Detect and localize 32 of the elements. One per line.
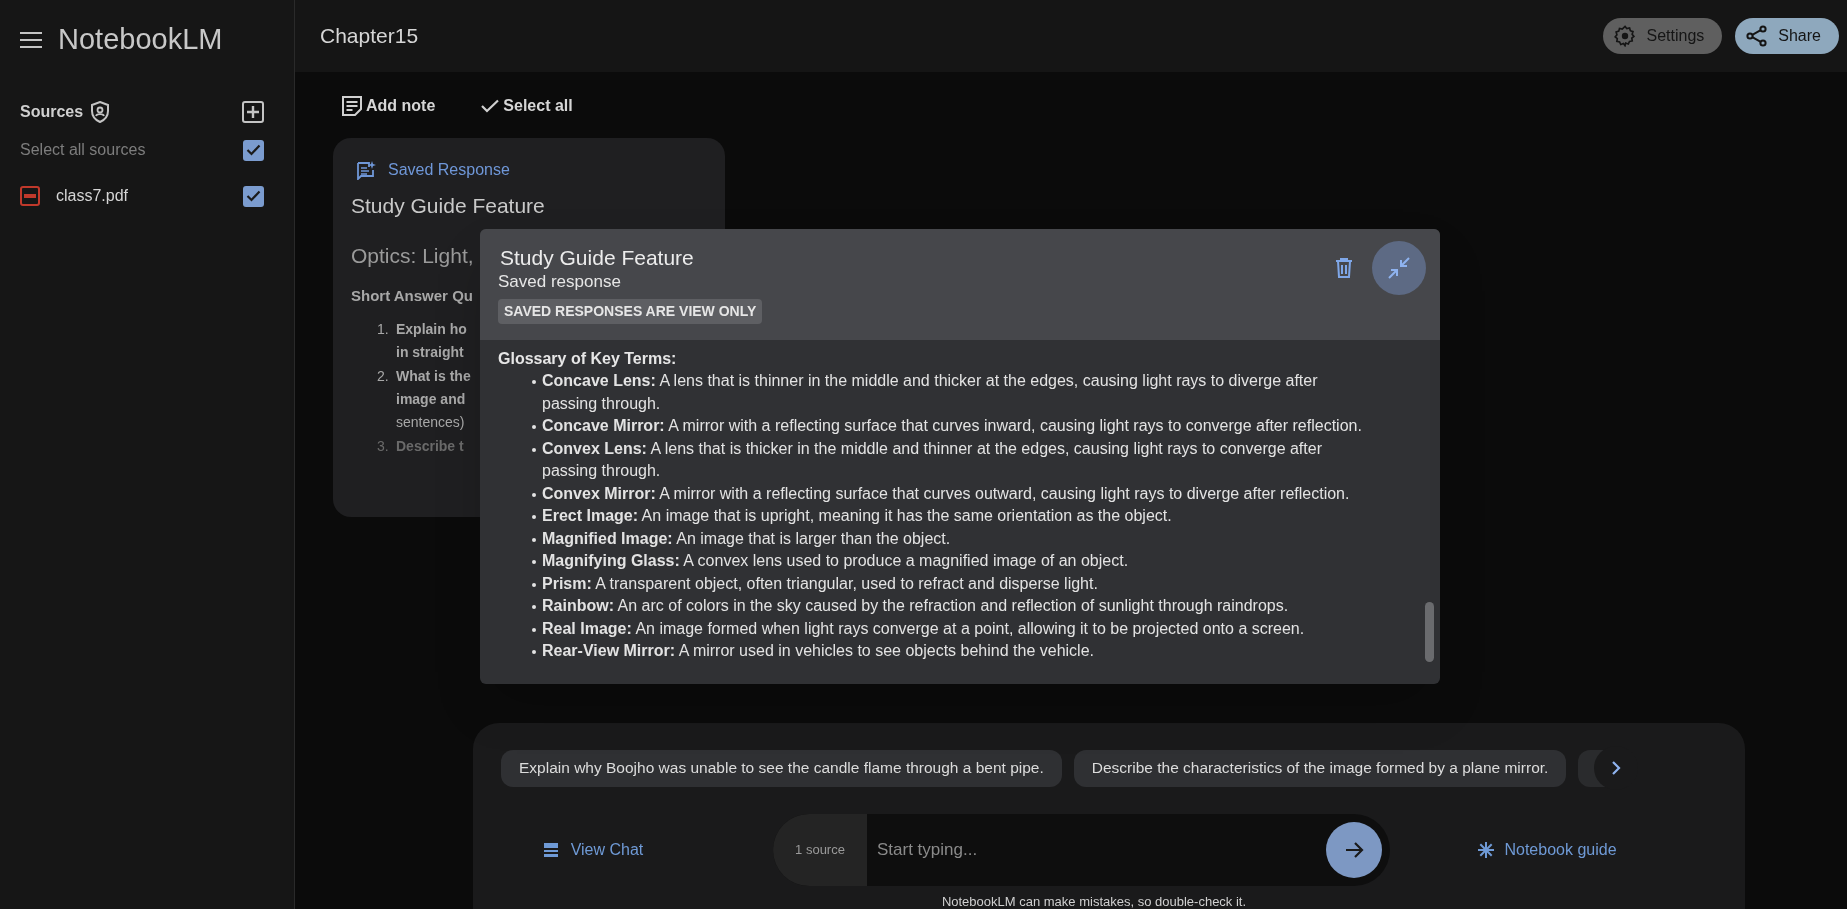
glossary-entry: Convex Mirror: A mirror with a reflecting surface that curves outward, causing light rays to diverge after reflection.	[542, 483, 1350, 504]
note-title: Study Guide Feature	[351, 193, 546, 219]
glossary-entry: Real Image: An image formed when light rays converge at a point, allowing it to be projected onto a screen.	[542, 618, 1305, 639]
note-text-line: image and	[396, 389, 467, 409]
note-text-line: sentences)	[396, 412, 466, 432]
glossary-entry: Magnified Image: An image that is larger than the object.	[542, 528, 951, 549]
dialog-title: Study Guide Feature	[499, 245, 694, 271]
note-section-heading: Short Answer Qu	[351, 286, 473, 306]
glossary-entry: Rear-View Mirror: A mirror used in vehicles to see objects behind the vehicle.	[542, 641, 1094, 661]
app-title: NotebookLM	[58, 22, 223, 58]
list-number: 3.	[377, 436, 390, 456]
glossary-entry: Concave Lens: A lens that is thinner in the middle and thicker at the edges, causing light rays to diverge after passing through.	[542, 371, 1319, 414]
list-number: 1.	[377, 319, 390, 339]
note-text-line: What is the	[396, 366, 471, 386]
disclaimer-text: NotebookLM can make mistakes, so double-check it.	[940, 893, 1248, 909]
note-heading: Optics: Light,	[351, 242, 474, 269]
dialog-subtitle: Saved response	[498, 271, 621, 293]
note-text-line: Describe t	[396, 436, 464, 456]
view-only-badge: SAVED RESPONSES ARE VIEW ONLY	[498, 299, 763, 324]
glossary-heading: Glossary of Key Terms:	[498, 349, 677, 369]
glossary-entry: Prism: A transparent object, often triangular, used to refract and disperse light.	[542, 573, 1098, 594]
note-text-line: in straight	[396, 342, 465, 362]
select-all-sources-label: Select all sources	[20, 140, 146, 160]
glossary-entry: Concave Mirror: A mirror with a reflecting surface that curves inward, causing light rays to converge after reflection.	[542, 416, 1362, 436]
saved-response-tag: Saved Response	[388, 158, 510, 182]
glossary-entry: Rainbow: An arc of colors in the sky caused by the refraction and reflection of sunlight through raindrops.	[542, 596, 1289, 616]
glossary-entry: Erect Image: An image that is upright, meaning it has the same orientation as the object.	[542, 506, 1172, 526]
sources-heading: Sources	[20, 102, 84, 122]
glossary-entry: Magnifying Glass: A convex lens used to produce a magnified image of an object.	[542, 551, 1129, 571]
glossary-entry: Convex Lens: A lens that is thicker in the middle and thinner at the edges, causing light rays to converge after passing through.	[542, 438, 1323, 481]
note-text-line: Explain ho	[396, 319, 467, 339]
list-number: 2.	[377, 366, 390, 386]
